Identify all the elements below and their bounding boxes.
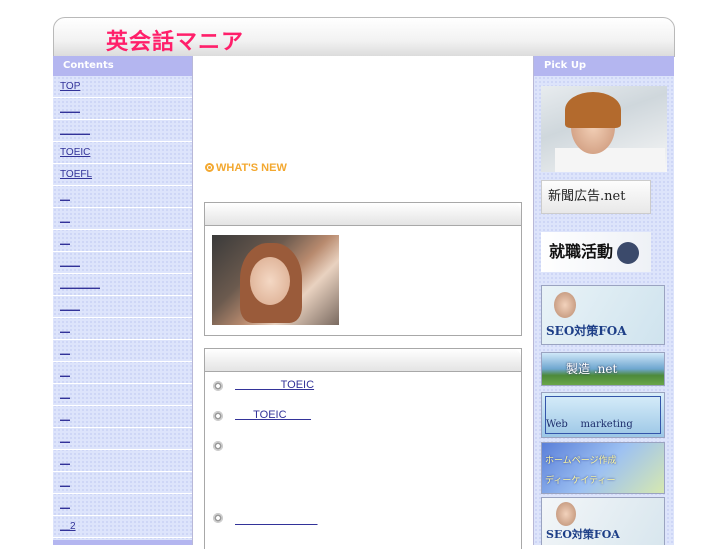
nav-item: TOP xyxy=(53,76,192,98)
news-row: TOEIC xyxy=(213,409,287,423)
nav-item: ＿ xyxy=(53,406,192,428)
nav-link[interactable]: ＿＿＿＿ xyxy=(60,279,100,290)
nav-item: ＿＿ xyxy=(53,98,192,120)
nav-link[interactable]: ＿＿＿ xyxy=(60,125,90,136)
site-header: 英会話マニア xyxy=(53,17,675,57)
nav-link[interactable]: ＿ xyxy=(60,323,70,334)
nav-item: TOEIC xyxy=(53,142,192,164)
nav-item: ＿＿ xyxy=(53,296,192,318)
nav-link[interactable]: ＿＿ xyxy=(60,301,80,312)
pickup-heading: Pick Up xyxy=(534,56,674,76)
nav-link[interactable]: ＿ xyxy=(60,235,70,246)
nav-item: ＿ xyxy=(53,208,192,230)
nav-link[interactable]: ＿ xyxy=(60,455,70,466)
nav-link[interactable]: TOEIC xyxy=(60,147,90,158)
news-link[interactable]: TOEIC xyxy=(235,379,314,391)
featured-box xyxy=(204,202,522,336)
nav-item: ＿ xyxy=(53,318,192,340)
nav-item: ＿ xyxy=(53,384,192,406)
bullet-icon xyxy=(213,411,223,421)
nav-item: ＿ xyxy=(53,428,192,450)
right-sidebar: Pick Up 新聞広告.net 就職活動 SEO対策FOA 製造 .net W… xyxy=(533,56,674,545)
photo-face xyxy=(554,292,576,318)
nav-item: ＿ xyxy=(53,230,192,252)
nav-link[interactable]: ＿ xyxy=(60,213,70,224)
person-icon xyxy=(617,241,640,264)
homepage-creation-banner[interactable]: ホームページ作成 ディーケイティー xyxy=(541,442,665,494)
nav-link[interactable]: ＿ xyxy=(60,389,70,400)
news-box: TOEIC TOEIC ＿＿＿＿＿ xyxy=(204,348,522,549)
nav-item: ＿ xyxy=(53,362,192,384)
whats-new-label: WHAT'S NEW xyxy=(216,162,287,174)
job-hunting-label: 就職活動 xyxy=(549,242,614,261)
seo-banner[interactable]: SEO対策FOA xyxy=(541,285,665,345)
nav-link[interactable]: TOP xyxy=(60,81,80,92)
nav-link[interactable]: TOEFL xyxy=(60,169,92,180)
manufacturing-label: 製造 .net xyxy=(566,362,618,376)
news-row xyxy=(213,441,223,453)
homepage-line1: ホームページ作成 xyxy=(545,456,617,466)
nav-link[interactable]: ＿ xyxy=(60,411,70,422)
left-sidebar: Contents TOP ＿＿ ＿＿＿ TOEIC TOEFL ＿ ＿ ＿ ＿＿ ＿＿＿＿ ＿＿ ＿ ＿… xyxy=(53,56,193,545)
nav-item: ＿ xyxy=(53,494,192,516)
featured-photo xyxy=(212,235,339,325)
news-link[interactable]: TOEIC xyxy=(235,409,311,421)
photo-face xyxy=(556,502,576,526)
manufacturing-banner[interactable]: 製造 .net xyxy=(541,352,665,386)
contents-nav: TOP ＿＿ ＿＿＿ TOEIC TOEFL ＿ ＿ ＿ ＿＿ ＿＿＿＿ ＿＿ ＿ ＿ ＿ ＿ ＿ ＿ ＿ ＿ ＿ ＿2 xyxy=(53,76,192,538)
seo-label-2: SEO対策FOA xyxy=(546,528,620,541)
pickup-photo[interactable] xyxy=(541,86,667,172)
nav-link[interactable]: ＿ xyxy=(60,499,70,510)
main-content: WHAT'S NEW TOEIC TOEIC ＿＿＿＿＿ xyxy=(193,56,533,549)
seo-label: SEO対策FOA xyxy=(546,324,627,338)
contents-heading: Contents xyxy=(53,56,192,76)
nav-item: ＿＿＿＿ xyxy=(53,274,192,296)
nav-link[interactable]: ＿＿ xyxy=(60,103,80,114)
web-marketing-label: Web marketing xyxy=(546,419,633,430)
sidebar-footer-bar xyxy=(53,540,192,545)
newspaper-ad-banner[interactable]: 新聞広告.net xyxy=(541,180,651,214)
circle-arrow-icon xyxy=(205,163,214,172)
homepage-line2: ディーケイティー xyxy=(545,476,616,486)
news-row: ＿＿＿＿＿ xyxy=(213,513,318,526)
nav-link[interactable]: ＿ xyxy=(60,433,70,444)
photo-shirt xyxy=(555,148,665,172)
nav-link[interactable]: ＿ xyxy=(60,191,70,202)
nav-item: ＿ xyxy=(53,472,192,494)
news-row: TOEIC xyxy=(213,379,314,393)
bullet-icon xyxy=(213,513,223,523)
whats-new-heading: WHAT'S NEW xyxy=(205,162,287,174)
nav-link[interactable]: ＿ xyxy=(60,477,70,488)
nav-link[interactable]: ＿ xyxy=(60,367,70,378)
nav-item: ＿ xyxy=(53,186,192,208)
job-hunting-banner[interactable]: 就職活動 xyxy=(541,232,651,272)
news-box-header xyxy=(205,349,521,372)
nav-item: TOEFL xyxy=(53,164,192,186)
site-title[interactable]: 英会話マニア xyxy=(106,24,244,56)
nav-item: ＿2 xyxy=(53,516,192,538)
nav-link[interactable]: ＿＿ xyxy=(60,257,80,268)
bullet-icon xyxy=(213,441,223,451)
photo-face xyxy=(250,257,290,305)
photo-hair xyxy=(565,92,621,128)
bullet-icon xyxy=(213,381,223,391)
nav-item: ＿＿＿ xyxy=(53,120,192,142)
nav-item: ＿ xyxy=(53,340,192,362)
nav-item: ＿＿ xyxy=(53,252,192,274)
news-link[interactable]: ＿＿＿＿＿ xyxy=(235,511,318,527)
featured-box-header xyxy=(205,203,521,226)
nav-link[interactable]: ＿2 xyxy=(60,521,76,532)
nav-item: ＿ xyxy=(53,450,192,472)
web-marketing-banner[interactable]: Web marketing xyxy=(541,392,665,438)
seo-banner-2[interactable]: SEO対策FOA xyxy=(541,497,665,545)
nav-link[interactable]: ＿ xyxy=(60,345,70,356)
